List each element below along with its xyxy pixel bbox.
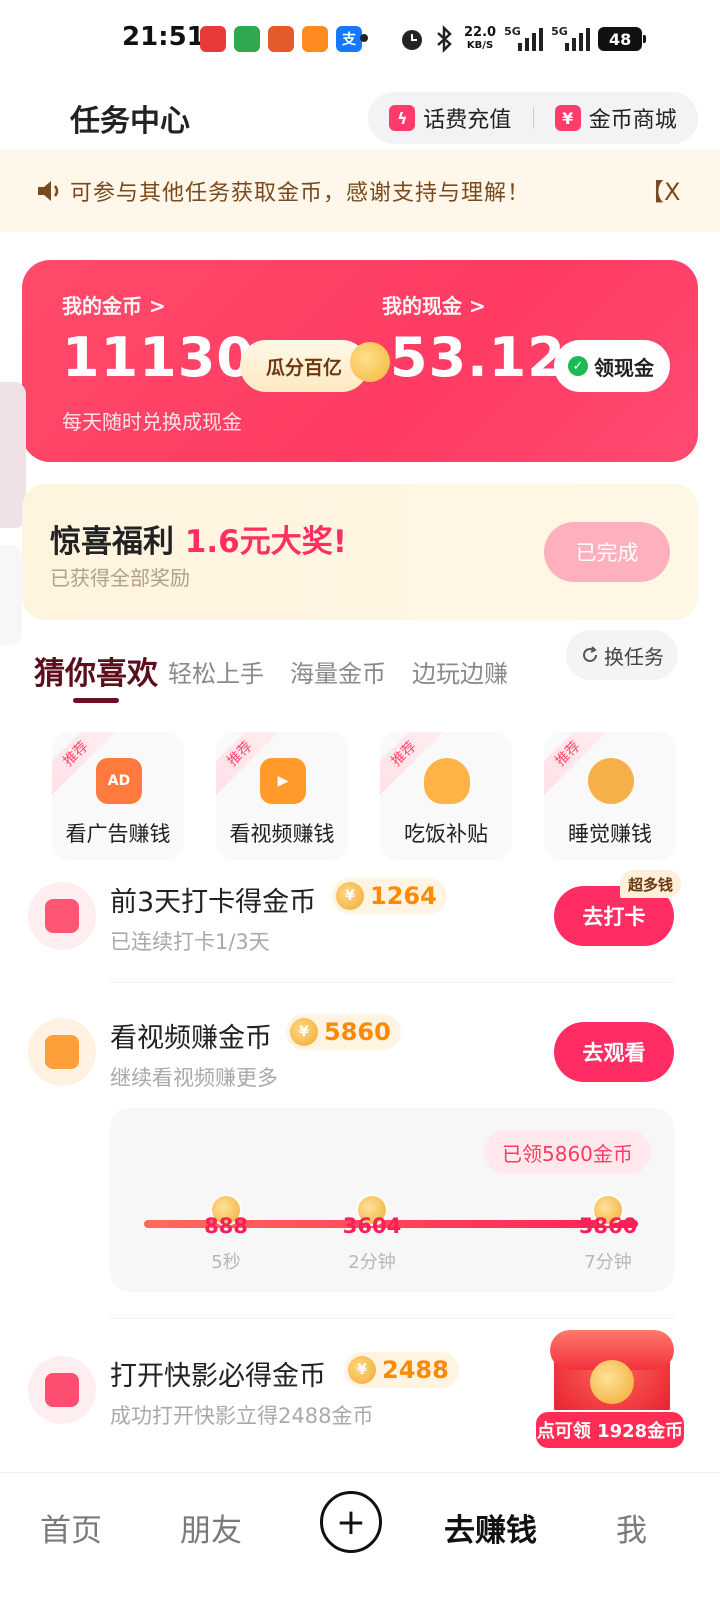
notice-text: 可参与其他任务获取金币，感谢支持与理解！ bbox=[70, 181, 531, 206]
more-notifications-dot bbox=[360, 34, 368, 42]
divider bbox=[110, 982, 674, 983]
header: 任务中心 ϟ 话费充值 ¥ 金币商城 bbox=[0, 88, 720, 148]
card-label: 看广告赚钱 bbox=[65, 822, 171, 846]
tv-ad-icon: AD bbox=[96, 758, 142, 804]
notice-banner: 可参与其他任务获取金币，感谢支持与理解！ 【X bbox=[0, 150, 720, 232]
coin-icon: ¥ bbox=[290, 1018, 318, 1046]
ticket-icon: ¥ bbox=[554, 105, 581, 131]
task-coin-badge: ¥ 2488 bbox=[344, 1352, 459, 1388]
app-notification-icon bbox=[234, 26, 260, 52]
refresh-icon bbox=[583, 646, 597, 662]
notice-close-button[interactable]: 【X bbox=[640, 172, 680, 207]
progress-step-time: 2分钟 bbox=[348, 1252, 396, 1273]
check-icon: ✓ bbox=[568, 356, 588, 376]
my-cash-link[interactable]: 我的现金 > bbox=[382, 290, 486, 319]
lightning-icon: ϟ bbox=[389, 105, 416, 131]
claim-cash-button[interactable]: ✓ 领现金 bbox=[554, 340, 670, 392]
task-tabs: 猜你喜欢 轻松上手 海量金币 边玩边赚 换任务 bbox=[0, 630, 720, 710]
wallet-subtitle: 每天随时兑换成现金 bbox=[62, 410, 242, 434]
create-plus-button[interactable]: + bbox=[320, 1491, 382, 1553]
header-actions: ϟ 话费充值 ¥ 金币商城 bbox=[368, 92, 698, 144]
tab-play-and-earn[interactable]: 边玩边赚 bbox=[412, 654, 508, 689]
tab-easy-start[interactable]: 轻松上手 bbox=[168, 654, 264, 689]
network-speed: 22.0 KB/S bbox=[464, 25, 497, 51]
meal-subsidy-card[interactable]: 推荐 吃饭补贴 bbox=[380, 732, 512, 860]
card-label: 睡觉赚钱 bbox=[568, 822, 652, 846]
watch-ads-card[interactable]: 推荐 AD 看广告赚钱 bbox=[52, 732, 184, 860]
sleeping-person-icon bbox=[588, 758, 634, 804]
divider bbox=[110, 1318, 674, 1319]
task-title: 看视频赚金币 bbox=[110, 1023, 272, 1054]
watch-button[interactable]: 去观看 bbox=[554, 1022, 674, 1082]
task-subtitle: 继续看视频赚更多 bbox=[110, 1066, 278, 1090]
video-progress-panel: 已领5860金币 888 3604 5860 5秒 2分钟 7分钟 bbox=[110, 1108, 674, 1292]
card-label: 看视频赚钱 bbox=[229, 822, 335, 846]
claimed-coins-badge: 已领5860金币 bbox=[484, 1130, 651, 1174]
alarm-icon bbox=[402, 30, 422, 50]
surprise-subtitle: 已获得全部奖励 bbox=[50, 566, 190, 590]
speaker-icon bbox=[38, 181, 59, 201]
recharge-button[interactable]: ϟ 话费充值 bbox=[368, 102, 533, 134]
quick-task-cards: 推荐 AD 看广告赚钱 推荐 ▶ 看视频赚钱 推荐 吃饭补贴 推荐 睡觉赚钱 bbox=[0, 732, 720, 862]
task-subtitle: 已连续打卡1/3天 bbox=[110, 930, 270, 954]
bottom-navigation: 首页 朋友 + 去赚钱 我 bbox=[0, 1472, 720, 1608]
calendar-icon bbox=[28, 882, 96, 950]
page-title: 任务中心 bbox=[70, 104, 190, 139]
nav-friends[interactable]: 朋友 bbox=[180, 1505, 242, 1550]
sleep-earn-card[interactable]: 推荐 睡觉赚钱 bbox=[544, 732, 676, 860]
coin-store-button[interactable]: ¥ 金币商城 bbox=[534, 102, 699, 134]
clock: 21:51 bbox=[122, 22, 205, 52]
progress-step-time: 7分钟 bbox=[584, 1252, 632, 1273]
my-coins-link[interactable]: 我的金币 > bbox=[62, 290, 166, 319]
change-tasks-button[interactable]: 换任务 bbox=[566, 630, 678, 680]
surprise-title: 惊喜福利 1.6元大奖! bbox=[50, 524, 347, 560]
signal-icon: 5G bbox=[551, 25, 591, 51]
floating-side-tab[interactable] bbox=[0, 545, 22, 645]
task-title: 前3天打卡得金币 bbox=[110, 887, 317, 918]
red-packet-claim-label[interactable]: 点可领 1928金币 bbox=[534, 1410, 686, 1450]
progress-step-value: 5860 bbox=[578, 1214, 638, 1238]
coins-balance: 11130 bbox=[62, 326, 255, 389]
task-coin-badge: ¥ 1264 bbox=[332, 878, 447, 914]
app-notification-icon bbox=[200, 26, 226, 52]
watch-video-card[interactable]: 推荐 ▶ 看视频赚钱 bbox=[216, 732, 348, 860]
nav-me[interactable]: 我 bbox=[616, 1505, 647, 1550]
progress-step-value: 888 bbox=[204, 1214, 248, 1238]
nav-earn[interactable]: 去赚钱 bbox=[444, 1505, 537, 1550]
battery-icon: 48 bbox=[598, 27, 647, 51]
share-billions-badge[interactable]: 瓜分百亿 bbox=[240, 340, 369, 392]
task-title: 打开快影必得金币 bbox=[110, 1361, 326, 1392]
video-icon bbox=[28, 1018, 96, 1086]
card-label: 吃饭补贴 bbox=[404, 822, 488, 846]
completed-button[interactable]: 已完成 bbox=[544, 522, 670, 582]
notification-icons: 支 bbox=[200, 26, 362, 52]
cash-balance: 53.12 bbox=[390, 326, 566, 389]
coin-icon: ¥ bbox=[348, 1356, 376, 1384]
progress-step-value: 3604 bbox=[342, 1214, 402, 1238]
noodle-bowl-icon bbox=[424, 758, 470, 804]
nav-home[interactable]: 首页 bbox=[40, 1505, 102, 1550]
video-camera-icon: ▶ bbox=[260, 758, 306, 804]
tab-massive-coins[interactable]: 海量金币 bbox=[290, 654, 386, 689]
wallet-card: 我的金币 > 我的现金 > 11130 瓜分百亿 53.12 ✓ 领现金 每天随… bbox=[22, 260, 698, 462]
coin-icon: ¥ bbox=[336, 882, 364, 910]
super-money-tag: 超多钱 bbox=[620, 870, 682, 898]
app-notification-icon bbox=[302, 26, 328, 52]
alipay-icon: 支 bbox=[336, 26, 362, 52]
tab-guess-you-like[interactable]: 猜你喜欢 bbox=[34, 648, 158, 693]
app-notification-icon bbox=[268, 26, 294, 52]
kuaiying-icon bbox=[28, 1356, 96, 1424]
bluetooth-icon bbox=[437, 25, 452, 53]
surprise-benefit-card: 惊喜福利 1.6元大奖! 已获得全部奖励 已完成 bbox=[22, 484, 698, 620]
task-subtitle: 成功打开快影立得2488金币 bbox=[110, 1404, 374, 1428]
task-coin-badge: ¥ 5860 bbox=[286, 1014, 401, 1050]
signal-icon: 5G bbox=[504, 25, 544, 51]
status-bar: 21:51 支 22.0 KB/S 5G 5G 48 bbox=[0, 0, 720, 80]
coin-icon bbox=[350, 342, 390, 382]
progress-step-time: 5秒 bbox=[211, 1252, 241, 1273]
active-tab-indicator bbox=[73, 698, 119, 703]
